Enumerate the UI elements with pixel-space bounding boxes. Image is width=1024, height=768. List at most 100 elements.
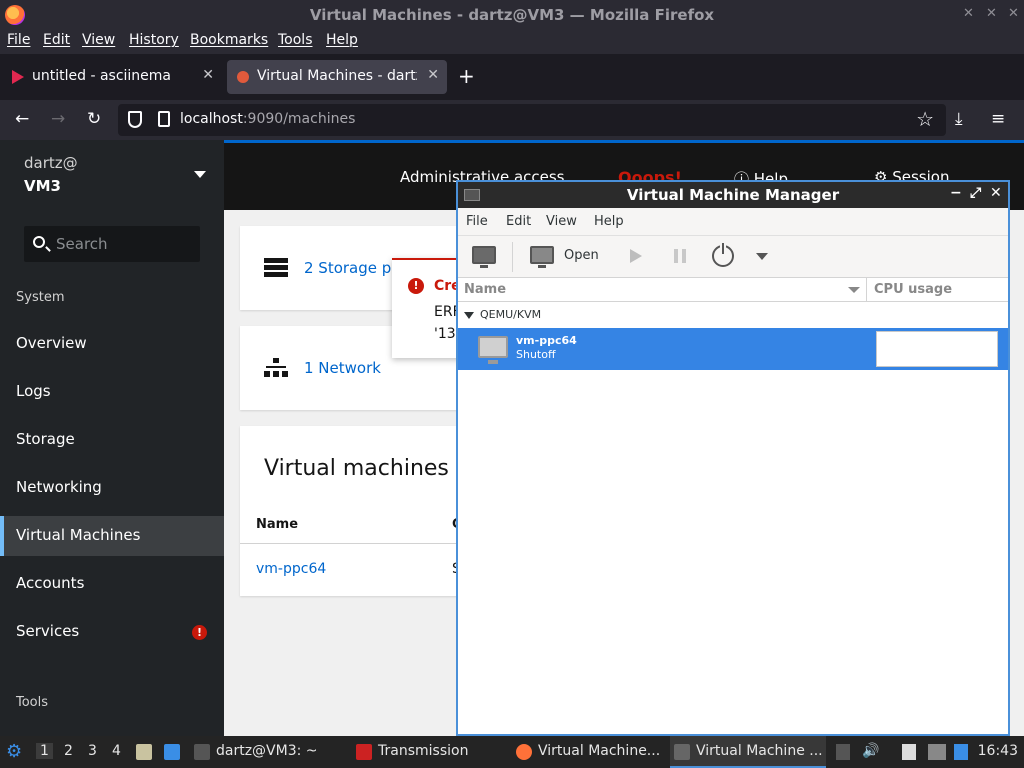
back-icon[interactable]: ← [15,109,29,129]
nav-section-system: System [16,290,65,305]
sidebar-item-logs[interactable]: Logs [0,372,224,412]
close-icon[interactable]: ✕ [990,185,1002,201]
menu-bookmarks[interactable]: Bookmarks [190,32,268,48]
sort-chevron-down-icon[interactable] [848,287,860,293]
forward-icon[interactable]: → [51,109,65,129]
url-text[interactable]: localhost:9090/machines [180,111,355,127]
tab-close-icon[interactable]: ✕ [202,67,214,83]
vmm-menu-view[interactable]: View [546,214,577,229]
bookmark-star-icon[interactable]: ☆ [916,107,934,131]
network-icon[interactable] [928,744,946,760]
shutdown-menu-chevron-down-icon[interactable] [756,253,768,260]
tab-virtual-machines[interactable]: Virtual Machines - dartz@ ✕ [227,60,447,94]
sidebar-item-storage[interactable]: Storage [0,420,224,460]
firefox-icon [516,744,532,760]
minimize-icon[interactable]: ✕ [963,6,974,21]
workspace-3[interactable]: 3 [88,743,97,759]
menu-file[interactable]: File [7,32,30,48]
sidebar-item-accounts[interactable]: Accounts [0,564,224,604]
update-icon[interactable] [954,744,968,760]
vmm-menu-edit[interactable]: Edit [506,214,531,229]
desktop-icon[interactable] [164,744,180,760]
close-icon[interactable]: ✕ [1008,6,1019,21]
vmm-toolbar: Open [458,236,1008,278]
sidebar-item-label: Virtual Machines [16,526,141,544]
start-menu-icon[interactable]: ⚙ [6,741,22,762]
task-transmission[interactable]: Transmission [352,736,502,768]
vm-list-header: Name CPU usage [458,278,1008,302]
firefox-menubar: File Edit View History Bookmarks Tools H… [0,30,1024,54]
column-divider [866,278,867,302]
new-tab-icon[interactable]: + [458,64,475,88]
vm-card-title: Virtual machines [264,456,449,481]
page-info-icon[interactable] [158,111,170,127]
vmm-titlebar: Virtual Machine Manager − ⤢ ✕ [458,182,1008,208]
sidebar-search-input[interactable]: Search [24,226,200,262]
networks-link[interactable]: 1 Network [304,359,381,377]
sidebar-item-label: Services [16,622,80,640]
menu-edit[interactable]: Edit [43,32,70,48]
volume-icon[interactable]: 🔊 [862,743,879,759]
menu-tools[interactable]: Tools [278,32,313,48]
menu-view[interactable]: View [82,32,115,48]
column-header-cpu-usage[interactable]: CPU usage [874,282,952,297]
host-name[interactable]: VM3 [24,177,61,195]
connection-group[interactable]: QEMU/KVM [458,304,1008,328]
toolbar-separator [512,242,513,272]
pause-icon[interactable] [674,249,686,263]
task-firefox[interactable]: Virtual Machine... [512,736,664,768]
sidebar-item-label: Logs [16,382,51,400]
menu-help[interactable]: Help [326,32,358,48]
clipboard-icon[interactable] [902,744,916,760]
file-manager-icon[interactable] [136,744,152,760]
expander-icon[interactable] [464,312,474,319]
scroll-icon[interactable] [836,744,850,760]
new-vm-icon[interactable] [472,246,496,268]
vmm-window-title: Virtual Machine Manager [626,186,840,204]
sidebar-item-overview[interactable]: Overview [0,324,224,364]
vm-name-link[interactable]: vm-ppc64 [256,561,326,577]
taskbar: ⚙ 1 2 3 4 dartz@VM3: ~ Transmission Virt… [0,736,1024,768]
downloads-icon[interactable]: ⤓ [955,109,963,129]
host-caret-icon[interactable] [194,171,206,178]
workspace-2[interactable]: 2 [64,743,73,759]
tab-strip: untitled - asciinema ✕ Virtual Machines … [0,54,1024,100]
tab-asciinema[interactable]: untitled - asciinema ✕ [2,60,222,94]
run-icon[interactable] [630,249,642,263]
open-button[interactable]: Open [564,248,599,263]
menu-hamburger-icon[interactable]: ≡ [991,109,1005,129]
maximize-icon[interactable]: ✕ [986,6,997,21]
vm-state: Shutoff [516,348,556,361]
tab-label: untitled - asciinema [32,68,172,84]
error-icon: ! [408,278,424,294]
storage-pools-link[interactable]: 2 Storage po [304,259,400,277]
vmm-menu-file[interactable]: File [466,214,488,229]
url-path: :9090/machines [242,111,356,127]
power-icon[interactable] [712,243,734,267]
minimize-icon[interactable]: − [950,185,962,201]
services-error-badge: ! [192,625,207,640]
reload-icon[interactable]: ↻ [87,109,101,129]
open-vm-icon[interactable] [530,246,554,268]
menu-history[interactable]: History [129,32,179,48]
tab-close-icon[interactable]: ✕ [427,67,439,83]
tracking-shield-icon[interactable] [128,111,142,128]
clock: 16:43 [977,743,1018,759]
host-user[interactable]: dartz@ [24,154,78,172]
vmm-menu-help[interactable]: Help [594,214,624,229]
sidebar-item-networking[interactable]: Networking [0,468,224,508]
sidebar-item-services[interactable]: Services! [0,612,224,652]
url-bar[interactable]: localhost:9090/machines ☆ [118,104,946,136]
maximize-icon[interactable]: ⤢ [970,185,981,201]
task-virt-manager[interactable]: Virtual Machine ... [670,736,826,768]
network-icon [264,358,288,377]
column-header-name[interactable]: Name [464,282,506,297]
task-terminal[interactable]: dartz@VM3: ~ [190,736,330,768]
asciinema-icon [12,70,24,84]
workspace-1[interactable]: 1 [36,743,53,759]
vm-list-row[interactable]: vm-ppc64 Shutoff [458,328,1008,370]
storage-icon [264,258,288,277]
table-header-name: Name [256,517,299,532]
workspace-4[interactable]: 4 [112,743,121,759]
sidebar-item-virtual-machines[interactable]: Virtual Machines [0,516,224,556]
